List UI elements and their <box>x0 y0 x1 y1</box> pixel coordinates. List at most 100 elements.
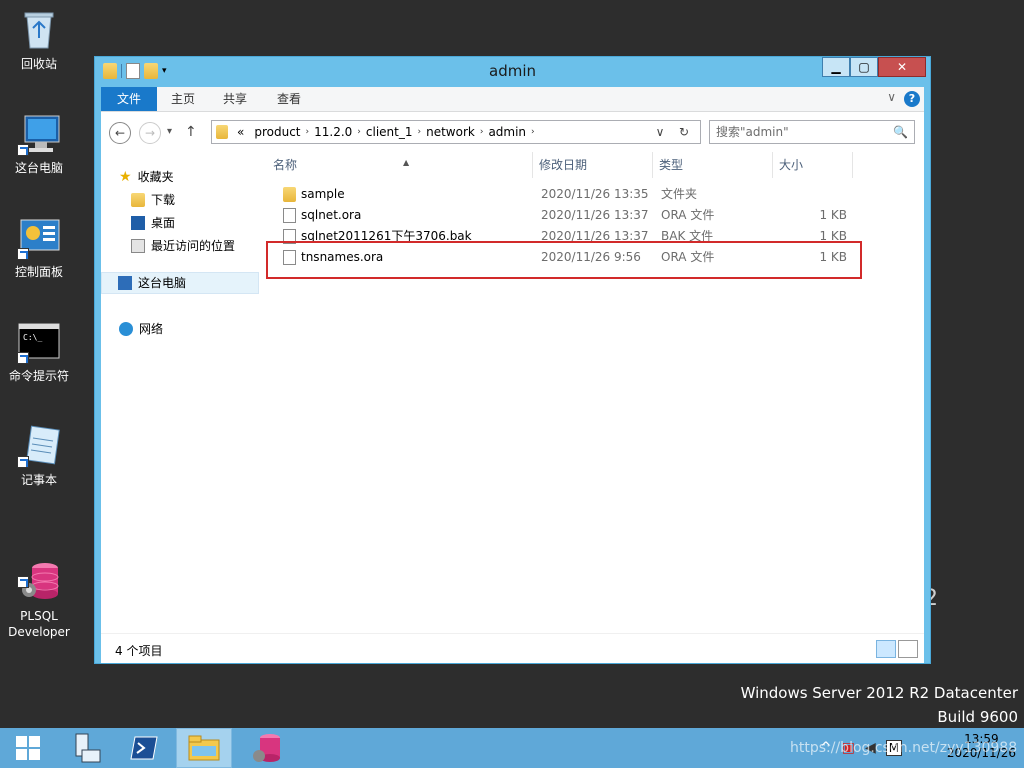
database-icon <box>17 544 61 599</box>
desktop-icon-plsql[interactable]: PLSQL Developer <box>4 528 74 656</box>
address-overflow[interactable]: « <box>237 125 244 139</box>
watermark-text: https://blog.csdn.net/zyy130988 <box>790 740 1018 756</box>
desktop-icon-label: PLSQL Developer <box>8 609 70 639</box>
desktop-icon-label: 记事本 <box>20 473 57 487</box>
desktop-icon-control-panel[interactable]: 控制面板 <box>4 216 74 280</box>
sort-ascending-icon: ▲ <box>403 158 410 167</box>
back-button[interactable]: ← <box>109 122 131 144</box>
file-row[interactable]: sqlnet.ora 2020/11/26 13:37 ORA 文件 1 KB <box>271 205 851 226</box>
tab-share[interactable]: 共享 <box>223 87 247 111</box>
windows-logo-icon <box>16 736 40 760</box>
nav-label: 下载 <box>151 193 176 207</box>
title-bar[interactable]: ▾ admin ▁ ▢ ✕ <box>95 57 930 87</box>
desktop-icon-notepad[interactable]: 记事本 <box>4 424 74 488</box>
breadcrumb-client-1[interactable]: client_1 <box>366 125 413 139</box>
server-manager-icon <box>75 733 101 763</box>
folder-icon <box>283 187 296 202</box>
desktop-icon-recycle-bin[interactable]: 回收站 <box>4 8 74 72</box>
breadcrumb-network[interactable]: network <box>426 125 475 139</box>
address-dropdown-icon[interactable]: ∨ <box>649 120 671 144</box>
navigation-pane: ★ 收藏夹 下载 桌面 最近访问的位置 这台电脑 网络 <box>101 152 259 633</box>
folder-icon <box>216 125 228 139</box>
taskbar-plsql-developer[interactable] <box>238 728 294 768</box>
tab-home[interactable]: 主页 <box>171 87 195 111</box>
nav-recent[interactable]: 最近访问的位置 <box>131 235 235 257</box>
file-icon <box>283 208 296 223</box>
star-icon: ★ <box>119 169 132 185</box>
ribbon: 文件 主页 共享 查看 ∨ ? <box>101 87 924 112</box>
start-button[interactable] <box>0 728 56 768</box>
downloads-folder-icon <box>131 193 145 207</box>
up-button[interactable]: ↑ <box>185 124 197 140</box>
large-icons-view-button[interactable] <box>898 640 918 658</box>
file-date: 2020/11/26 13:35 <box>541 187 649 201</box>
breadcrumb-admin[interactable]: admin <box>488 125 526 139</box>
explorer-window: ▾ admin ▁ ▢ ✕ 文件 主页 共享 查看 ∨ ? ← → ▾ ↑ « … <box>94 56 931 664</box>
desktop-icon <box>131 216 145 230</box>
nav-label: 网络 <box>139 322 164 336</box>
recent-locations-icon[interactable]: ▾ <box>167 126 172 137</box>
file-size: 1 KB <box>819 208 847 222</box>
file-name: sqlnet.ora <box>301 208 362 222</box>
tab-view[interactable]: 查看 <box>277 87 301 111</box>
breadcrumb-separator[interactable]: › <box>417 127 421 137</box>
address-bar[interactable]: « product › 11.2.0 › client_1 › network … <box>211 120 701 144</box>
file-row[interactable]: sample 2020/11/26 13:35 文件夹 <box>271 184 851 205</box>
tab-file[interactable]: 文件 <box>101 87 157 111</box>
breadcrumb-separator[interactable]: › <box>306 127 310 137</box>
breadcrumb-separator[interactable]: › <box>531 127 535 137</box>
command-prompt-icon: C:\_ <box>17 320 61 364</box>
column-header-type[interactable]: 类型 <box>653 152 773 178</box>
column-header-size[interactable]: 大小 <box>773 152 853 178</box>
close-button[interactable]: ✕ <box>878 57 926 77</box>
file-type: ORA 文件 <box>661 208 715 222</box>
nav-network[interactable]: 网络 <box>119 318 163 340</box>
recent-places-icon <box>131 239 145 253</box>
status-bar: 4 个项目 <box>101 633 924 663</box>
maximize-button[interactable]: ▢ <box>850 57 878 77</box>
desktop-icon-cmd[interactable]: C:\_ 命令提示符 <box>4 320 74 384</box>
recycle-bin-icon <box>17 8 61 52</box>
file-name: sample <box>301 187 345 201</box>
ribbon-expand-icon[interactable]: ∨ <box>887 90 896 104</box>
desktop-icon-this-pc[interactable]: 这台电脑 <box>4 112 74 176</box>
desktop-icon-label: 命令提示符 <box>8 369 69 383</box>
breadcrumb-product[interactable]: product <box>254 125 300 139</box>
file-date: 2020/11/26 13:37 <box>541 208 649 222</box>
desktop-icon-label: 控制面板 <box>14 265 63 279</box>
details-view-button[interactable] <box>876 640 896 658</box>
taskbar-powershell[interactable] <box>116 728 172 768</box>
column-label: 名称 <box>273 158 298 172</box>
breadcrumb-separator[interactable]: › <box>480 127 484 137</box>
nav-favorites[interactable]: ★ 收藏夹 <box>119 166 174 188</box>
nav-downloads[interactable]: 下载 <box>131 189 175 211</box>
refresh-icon[interactable]: ↻ <box>673 120 695 144</box>
breadcrumb-separator[interactable]: › <box>357 127 361 137</box>
file-list: 名称 ▲ 修改日期 类型 大小 sample 2020/11/26 13:35 … <box>263 152 924 633</box>
breadcrumb-11-2-0[interactable]: 11.2.0 <box>314 125 352 139</box>
column-header-name[interactable]: 名称 ▲ <box>267 152 533 178</box>
search-input[interactable]: 搜索"admin" 🔍 <box>709 120 915 144</box>
nav-label: 桌面 <box>151 216 176 230</box>
computer-icon <box>118 276 132 290</box>
nav-this-pc[interactable]: 这台电脑 <box>101 272 259 294</box>
search-icon[interactable]: 🔍 <box>893 121 908 143</box>
nav-label: 这台电脑 <box>138 276 187 290</box>
content-area: ★ 收藏夹 下载 桌面 最近访问的位置 这台电脑 网络 名称 ▲ 修改日期 类型… <box>101 152 924 633</box>
taskbar-server-manager[interactable] <box>58 728 114 768</box>
help-icon[interactable]: ? <box>904 91 920 107</box>
nav-desktop[interactable]: 桌面 <box>131 212 175 234</box>
forward-button[interactable]: → <box>139 122 161 144</box>
file-type: 文件夹 <box>661 187 698 201</box>
computer-icon <box>17 112 61 156</box>
os-edition-text: Windows Server 2012 R2 Datacenter <box>740 684 1018 702</box>
shortcut-arrow-icon <box>17 576 29 588</box>
network-icon <box>119 322 133 336</box>
shortcut-arrow-icon <box>17 352 29 364</box>
minimize-button[interactable]: ▁ <box>822 57 850 77</box>
file-explorer-icon <box>188 735 220 761</box>
database-icon <box>253 734 280 762</box>
taskbar-file-explorer[interactable] <box>176 728 232 768</box>
column-header-date[interactable]: 修改日期 <box>533 152 653 178</box>
navigation-bar: ← → ▾ ↑ « product › 11.2.0 › client_1 › … <box>101 112 924 152</box>
